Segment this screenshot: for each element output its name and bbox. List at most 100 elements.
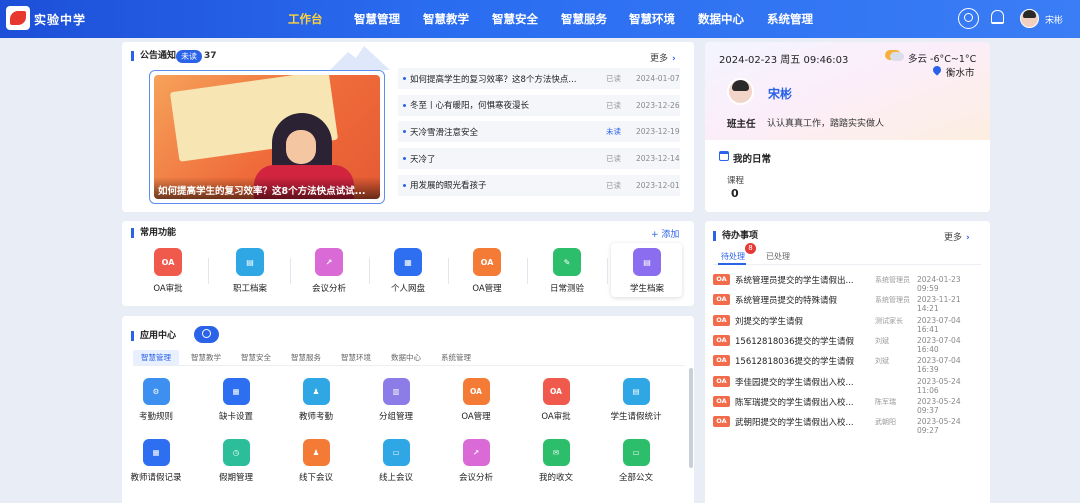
todo-item[interactable]: OA 15612818036提交的学生请假 刘斌 2023-07-04 16:39 — [713, 354, 983, 374]
notice-banner[interactable]: 如何提高学生的复习效率？这8个方法快点试试... — [149, 70, 385, 204]
todo-item[interactable]: OA 李佳园提交的学生请假出入校... 2023-05-24 11:06 — [713, 375, 983, 395]
todo-time: 2023-07-04 16:39 — [917, 356, 961, 375]
function-daily-test[interactable]: ✎ 日常测验 — [532, 248, 602, 294]
bullet-icon — [403, 77, 406, 80]
app-my-docs[interactable]: ✉ 我的收文 — [516, 439, 596, 483]
nav-item-4[interactable]: 智慧服务 — [561, 0, 607, 38]
teacher-leave-icon: ▦ — [142, 439, 170, 466]
app-group-manage[interactable]: ▥ 分组管理 — [356, 378, 436, 422]
avatar[interactable] — [1020, 9, 1039, 28]
app-all-docs[interactable]: ▭ 全部公文 — [596, 439, 676, 483]
course-label: 课程 — [727, 176, 745, 186]
category-tab-0[interactable]: 智慧管理 — [133, 350, 179, 365]
chevron-right-icon: › — [672, 54, 676, 64]
app-offline-meeting[interactable]: ♟ 线下会议 — [276, 439, 356, 483]
scrollbar[interactable] — [689, 368, 693, 468]
todo-item[interactable]: OA 刘提交的学生请假 测试家长 2023-07-04 16:41 — [713, 314, 983, 334]
category-tab-3[interactable]: 智慧服务 — [283, 350, 329, 365]
tab-processed[interactable]: 已处理 — [766, 251, 790, 262]
notice-more-link[interactable]: 更多 › — [650, 51, 676, 64]
app-oa-manage[interactable]: OA OA管理 — [436, 378, 516, 422]
bell-icon[interactable] — [991, 10, 1004, 24]
nav-item-6[interactable]: 数据中心 — [698, 0, 744, 38]
app-teacher-attendance[interactable]: ♟ 教师考勤 — [276, 378, 356, 422]
function-cloud-disk[interactable]: ▦ 个人网盘 — [373, 248, 443, 294]
todo-more-link[interactable]: 更多 › — [944, 230, 970, 243]
app-teacher-leave[interactable]: ▦ 教师请假记录 — [116, 439, 196, 483]
nav-item-1[interactable]: 智慧管理 — [354, 0, 400, 38]
notice-item[interactable]: 冬至丨心有暖阳，何惧寒夜漫长 已读 2023-12-26 — [398, 94, 680, 116]
category-tab-6[interactable]: 系统管理 — [433, 350, 479, 365]
todo-item[interactable]: OA 系统管理员提交的特殊请假 系统管理员 2023-11-21 14:21 — [713, 293, 983, 313]
function-student-file[interactable]: ▤ 学生档案 — [612, 248, 682, 294]
nav-item-7[interactable]: 系统管理 — [767, 0, 813, 38]
category-tabs: 智慧管理 智慧教学 智慧安全 智慧服务 智慧环境 数据中心 系统管理 — [133, 350, 483, 365]
school-name: 实验中学 — [34, 13, 87, 27]
tab-pending[interactable]: 待处理 — [721, 251, 745, 262]
todo-item[interactable]: OA 陈军瑞提交的学生请假出入校... 陈军瑞 2023-05-24 09:37 — [713, 395, 983, 415]
app-label: 缺卡设置 — [218, 412, 253, 422]
nav-item-0[interactable]: 工作台 — [288, 0, 323, 38]
divider — [290, 258, 291, 284]
category-tab-2[interactable]: 智慧安全 — [233, 350, 279, 365]
oa-badge-icon: OA — [713, 355, 730, 367]
oa-manage-icon: OA — [462, 378, 490, 405]
mountain-decoration — [330, 46, 390, 70]
app-holiday-manage[interactable]: ◷ 假期管理 — [196, 439, 276, 483]
oa-approve-icon: OA — [542, 378, 570, 405]
todo-title: 系统管理员提交的特殊请假 — [735, 296, 838, 307]
todo-item[interactable]: OA 武朝阳提交的学生请假出入校... 武朝阳 2023-05-24 09:27 — [713, 415, 983, 435]
app-meeting-analysis[interactable]: ↗ 会议分析 — [436, 439, 516, 483]
staff-file-icon: ▤ — [236, 248, 264, 276]
missing-card-icon: ▦ — [222, 378, 250, 405]
todo-submitter: 刘斌 — [875, 336, 889, 345]
category-tab-5[interactable]: 数据中心 — [383, 350, 429, 365]
unread-badge[interactable]: 未读 — [176, 50, 202, 63]
todo-time: 2023-07-04 16:40 — [917, 335, 961, 354]
function-label: OA审批 — [153, 284, 183, 294]
app-label: OA审批 — [541, 412, 571, 422]
function-label: 职工档案 — [232, 284, 267, 294]
notice-item[interactable]: 用发展的眼光看孩子 已读 2023-12-01 — [398, 174, 680, 196]
oa-badge-icon: OA — [713, 375, 730, 387]
app-online-meeting[interactable]: ▭ 线上会议 — [356, 439, 436, 483]
course-value[interactable]: 0 — [731, 187, 739, 200]
function-label: 会议分析 — [311, 284, 346, 294]
bullet-icon — [403, 157, 406, 161]
app-search-button[interactable] — [194, 326, 219, 343]
function-label: 个人网盘 — [390, 284, 425, 294]
function-oa-manage[interactable]: OA OA管理 — [452, 248, 522, 294]
oa-badge-icon: OA — [713, 395, 730, 407]
notice-item-date: 2023-12-19 — [636, 127, 680, 137]
todo-item[interactable]: OA 系统管理员提交的学生请假出... 系统管理员 2024-01-23 09:59 — [713, 273, 983, 293]
search-icon[interactable] — [958, 8, 979, 29]
app-oa-approve[interactable]: OA OA审批 — [516, 378, 596, 422]
app-leave-stats[interactable]: ▤ 学生请假统计 — [596, 378, 676, 422]
notice-item[interactable]: 天冷了 已读 2023-12-14 — [398, 148, 680, 170]
notice-item[interactable]: 如何提高学生的复习效率？这8个方法快点... 已读 2024-01-07 — [398, 68, 680, 89]
category-tab-1[interactable]: 智慧教学 — [183, 350, 229, 365]
notice-item-date: 2023-12-01 — [636, 180, 680, 190]
todo-item[interactable]: OA 15612818036提交的学生请假 刘斌 2023-07-04 16:40 — [713, 334, 983, 354]
profile-avatar[interactable] — [727, 78, 754, 105]
app-missing-card[interactable]: ▦ 缺卡设置 — [196, 378, 276, 422]
function-meeting-analysis[interactable]: ↗ 会议分析 — [294, 248, 364, 294]
oa-approve-icon: OA — [154, 248, 182, 276]
notice-count: 37 — [204, 51, 217, 61]
nav-item-2[interactable]: 智慧教学 — [423, 0, 469, 38]
nav-item-5[interactable]: 智慧环境 — [629, 0, 675, 38]
nav-item-3[interactable]: 智慧安全 — [492, 0, 538, 38]
profile-name: 宋彬 — [768, 87, 793, 101]
function-staff-file[interactable]: ▤ 职工档案 — [215, 248, 285, 294]
divider — [713, 264, 981, 265]
school-logo[interactable] — [6, 6, 30, 30]
user-name[interactable]: 宋彬 — [1045, 13, 1063, 26]
category-tab-4[interactable]: 智慧环境 — [333, 350, 379, 365]
app-label: OA管理 — [461, 412, 491, 422]
notice-item-date: 2023-12-26 — [636, 100, 680, 110]
notice-item[interactable]: 天冷雪滑注意安全 未读 2023-12-19 — [398, 121, 680, 143]
add-function-button[interactable]: + 添加 — [651, 227, 679, 240]
app-attendance-rule[interactable]: ⚙ 考勤规则 — [116, 378, 196, 422]
app-label: 教师考勤 — [298, 412, 333, 422]
function-oa-approve[interactable]: OA OA审批 — [133, 248, 203, 294]
